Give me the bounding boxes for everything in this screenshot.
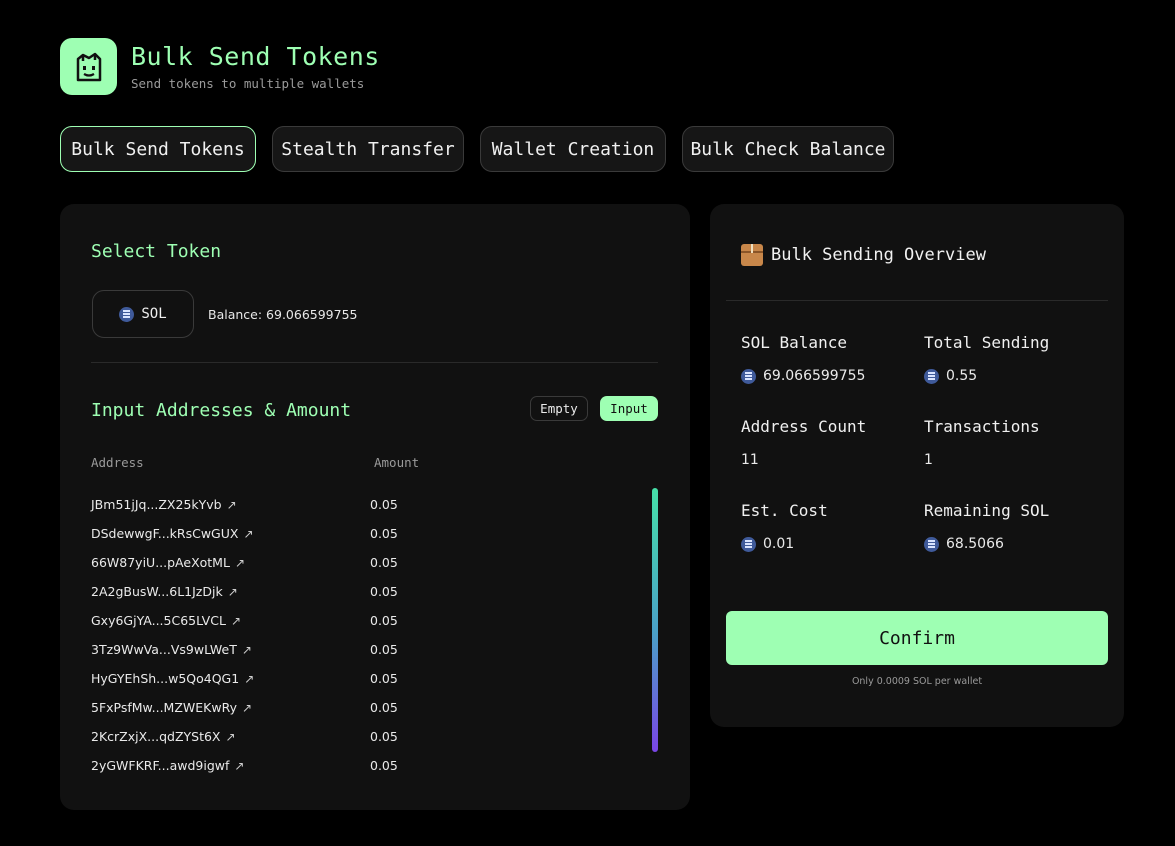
amount-text: 0.05 xyxy=(370,758,398,773)
address-text: DSdewwgF...kRsCwGUX xyxy=(91,526,239,541)
package-icon xyxy=(741,244,763,266)
address-text: 2KcrZxjX...qdZYSt6X xyxy=(91,729,221,744)
sol-balance-text: 69.066599755 xyxy=(763,368,866,384)
solana-icon xyxy=(119,306,135,322)
tab-bulk-check-balance[interactable]: Bulk Check Balance xyxy=(682,126,894,172)
remaining-sol-text: 68.5066 xyxy=(946,536,1004,552)
divider xyxy=(726,300,1108,301)
page-title: Bulk Send Tokens xyxy=(131,42,380,71)
bulk-send-form-card: Select Token SOL Balance: 69.066599755 I… xyxy=(60,204,690,810)
address-text: 3Tz9WwVa...Vs9wLWeT xyxy=(91,642,237,657)
address-text: 2A2gBusW...6L1JzDjk xyxy=(91,584,223,599)
overview-title: Bulk Sending Overview xyxy=(741,244,986,266)
input-button[interactable]: Input xyxy=(600,396,658,421)
external-link-icon[interactable]: ↗ xyxy=(235,556,245,570)
table-row: DSdewwgF...kRsCwGUX ↗ 0.05 xyxy=(91,519,651,548)
column-header-address: Address xyxy=(91,455,144,470)
table-row: 2yGWFKRF...awd9igwf ↗ 0.05 xyxy=(91,751,651,780)
confirm-button[interactable]: Confirm xyxy=(726,611,1108,665)
external-link-icon[interactable]: ↗ xyxy=(242,701,252,715)
est-cost-label: Est. Cost xyxy=(741,501,828,520)
amount-text: 0.05 xyxy=(370,642,398,657)
remaining-sol-value: 68.5066 xyxy=(924,536,1004,552)
sol-balance-label: SOL Balance xyxy=(741,333,847,352)
fee-note: Only 0.0009 SOL per wallet xyxy=(851,676,983,687)
token-select-button[interactable]: SOL xyxy=(92,290,194,338)
amount-text: 0.05 xyxy=(370,526,398,541)
list-scrollbar[interactable] xyxy=(652,488,658,752)
amount-text: 0.05 xyxy=(370,555,398,570)
est-cost-text: 0.01 xyxy=(763,536,795,552)
app-header: Bulk Send Tokens Send tokens to multiple… xyxy=(60,38,380,95)
empty-button[interactable]: Empty xyxy=(530,396,588,421)
external-link-icon[interactable]: ↗ xyxy=(243,527,253,541)
external-link-icon[interactable]: ↗ xyxy=(244,672,254,686)
external-link-icon[interactable]: ↗ xyxy=(234,759,244,773)
page-subtitle: Send tokens to multiple wallets xyxy=(131,76,365,91)
address-text: HyGYEhSh...w5Qo4QG1 xyxy=(91,671,240,686)
select-token-title: Select Token xyxy=(91,241,222,262)
input-addresses-title: Input Addresses & Amount xyxy=(91,400,352,421)
table-row: JBm51jJq...ZX25kYvb ↗ 0.05 xyxy=(91,490,651,519)
external-link-icon[interactable]: ↗ xyxy=(231,614,241,628)
external-link-icon[interactable]: ↗ xyxy=(242,643,252,657)
amount-text: 0.05 xyxy=(370,497,398,512)
table-row: Gxy6GjYA...5C65LVCL ↗ 0.05 xyxy=(91,606,651,635)
address-text: 2yGWFKRF...awd9igwf xyxy=(91,758,230,773)
address-count-label: Address Count xyxy=(741,417,867,436)
est-cost-value: 0.01 xyxy=(741,536,794,552)
amount-text: 0.05 xyxy=(370,613,398,628)
shopping-bag-face-icon xyxy=(76,52,101,81)
overview-title-text: Bulk Sending Overview xyxy=(771,245,986,265)
address-text: 5FxPsfMw...MZWEKwRy xyxy=(91,700,237,715)
table-row: HyGYEhSh...w5Qo4QG1 ↗ 0.05 xyxy=(91,664,651,693)
overview-card: Bulk Sending Overview SOL Balance 69.066… xyxy=(710,204,1124,727)
amount-text: 0.05 xyxy=(370,700,398,715)
total-sending-value: 0.55 xyxy=(924,368,977,384)
address-count-value: 11 xyxy=(741,452,759,468)
logo xyxy=(60,38,117,95)
table-row: 2KcrZxjX...qdZYSt6X ↗ 0.05 xyxy=(91,722,651,751)
tab-bulk-send-tokens[interactable]: Bulk Send Tokens xyxy=(60,126,256,172)
total-sending-label: Total Sending xyxy=(924,333,1050,352)
external-link-icon[interactable]: ↗ xyxy=(227,498,237,512)
external-link-icon[interactable]: ↗ xyxy=(228,585,238,599)
token-symbol: SOL xyxy=(141,306,167,322)
tab-wallet-creation[interactable]: Wallet Creation xyxy=(480,126,666,172)
column-header-amount: Amount xyxy=(374,455,420,470)
external-link-icon[interactable]: ↗ xyxy=(226,730,236,744)
solana-icon xyxy=(741,368,756,384)
remaining-sol-label: Remaining SOL xyxy=(924,501,1050,520)
tab-stealth-transfer[interactable]: Stealth Transfer xyxy=(272,126,464,172)
solana-icon xyxy=(924,536,939,552)
total-sending-text: 0.55 xyxy=(946,368,978,384)
table-row: 5FxPsfMw...MZWEKwRy ↗ 0.05 xyxy=(91,693,651,722)
address-text: JBm51jJq...ZX25kYvb xyxy=(91,497,222,512)
solana-icon xyxy=(924,368,939,384)
amount-text: 0.05 xyxy=(370,729,398,744)
tab-bar: Bulk Send Tokens Stealth Transfer Wallet… xyxy=(60,126,910,172)
solana-icon xyxy=(741,536,756,552)
address-list: JBm51jJq...ZX25kYvb ↗ 0.05 DSdewwgF...kRsC… xyxy=(91,490,651,780)
address-text: Gxy6GjYA...5C65LVCL xyxy=(91,613,226,628)
table-row: 3Tz9WwVa...Vs9wLWeT ↗ 0.05 xyxy=(91,635,651,664)
address-text: 66W87yiU...pAeXotML xyxy=(91,555,230,570)
amount-text: 0.05 xyxy=(370,671,398,686)
sol-balance-value: 69.066599755 xyxy=(741,368,865,384)
table-row: 2A2gBusW...6L1JzDjk ↗ 0.05 xyxy=(91,577,651,606)
amount-text: 0.05 xyxy=(370,584,398,599)
transactions-label: Transactions xyxy=(924,417,1040,436)
token-balance: Balance: 69.066599755 xyxy=(208,307,358,322)
table-row: 66W87yiU...pAeXotML ↗ 0.05 xyxy=(91,548,651,577)
divider xyxy=(91,362,658,363)
transactions-value: 1 xyxy=(924,452,933,468)
